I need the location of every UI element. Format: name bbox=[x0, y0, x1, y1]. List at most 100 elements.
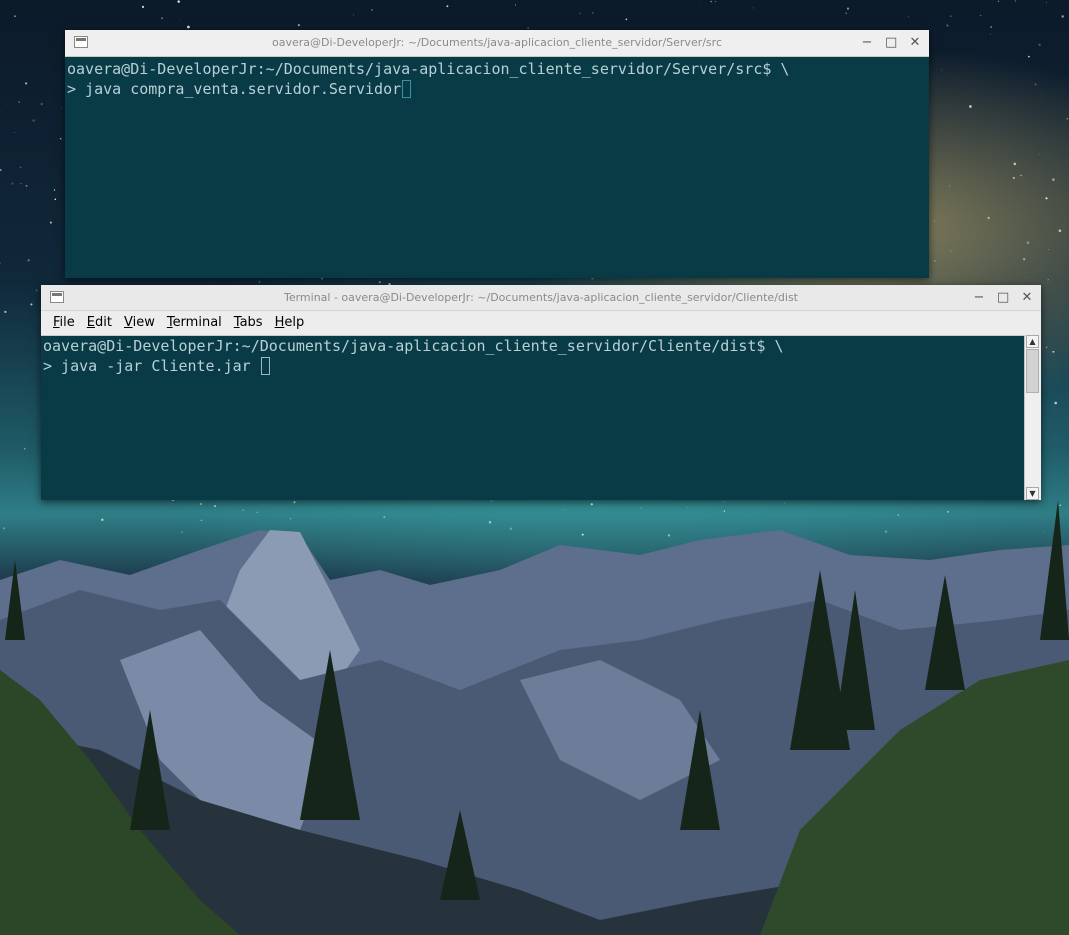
close-icon[interactable]: ✕ bbox=[1021, 285, 1033, 310]
client-terminal-window[interactable]: Terminal - oavera@Di-DeveloperJr: ~/Docu… bbox=[41, 285, 1041, 500]
client-command-text: > java -jar Cliente.jar bbox=[43, 357, 260, 375]
star bbox=[1020, 174, 1022, 177]
star bbox=[1047, 279, 1049, 281]
star bbox=[987, 216, 990, 220]
menu-view[interactable]: View bbox=[118, 311, 161, 335]
star bbox=[752, 7, 754, 9]
server-terminal-output[interactable]: oavera@Di-DeveloperJr:~/Documents/java-a… bbox=[65, 57, 929, 101]
star bbox=[950, 15, 952, 17]
star bbox=[990, 33, 992, 35]
star bbox=[949, 185, 951, 187]
star bbox=[49, 221, 52, 224]
star bbox=[969, 105, 972, 108]
menu-edit[interactable]: Edit bbox=[81, 311, 118, 335]
star bbox=[1022, 258, 1026, 261]
minimize-icon[interactable]: − bbox=[973, 285, 985, 310]
vertical-scrollbar[interactable]: ▲ ▼ bbox=[1024, 335, 1041, 500]
client-command-line: > java -jar Cliente.jar bbox=[43, 356, 1023, 376]
menu-terminal[interactable]: Terminal bbox=[161, 311, 228, 335]
star bbox=[527, 27, 529, 29]
star bbox=[579, 12, 581, 14]
server-command-text: > java compra_venta.servidor.Servidor bbox=[67, 80, 402, 98]
star bbox=[11, 182, 14, 185]
server-command-line: > java compra_venta.servidor.Servidor bbox=[67, 79, 927, 99]
menu-bar: File Edit View Terminal Tabs Help bbox=[41, 311, 1041, 336]
star bbox=[141, 5, 145, 9]
star bbox=[24, 448, 26, 450]
star bbox=[32, 119, 35, 122]
star bbox=[1046, 2, 1048, 4]
star bbox=[35, 289, 38, 292]
maximize-icon[interactable]: □ bbox=[885, 30, 897, 56]
star bbox=[941, 69, 943, 71]
star bbox=[990, 26, 993, 28]
star bbox=[177, 0, 180, 3]
menu-help[interactable]: Help bbox=[269, 311, 311, 335]
star bbox=[907, 16, 909, 18]
star bbox=[1058, 229, 1062, 233]
star bbox=[1052, 178, 1055, 181]
menu-tabs[interactable]: Tabs bbox=[228, 311, 269, 335]
client-window-title: Terminal - oavera@Di-DeveloperJr: ~/Docu… bbox=[283, 291, 798, 304]
terminal-icon bbox=[50, 291, 64, 303]
scroll-thumb[interactable] bbox=[1026, 349, 1039, 393]
minimize-icon[interactable]: − bbox=[861, 30, 873, 56]
star bbox=[53, 189, 56, 191]
star bbox=[714, 1, 716, 3]
star bbox=[297, 23, 301, 27]
menu-file[interactable]: File bbox=[47, 311, 81, 335]
star bbox=[40, 102, 43, 106]
star bbox=[1038, 43, 1041, 47]
star bbox=[59, 137, 62, 140]
close-icon[interactable]: ✕ bbox=[909, 30, 921, 56]
terminal-icon bbox=[74, 36, 88, 48]
star bbox=[1013, 162, 1017, 166]
star bbox=[934, 220, 936, 222]
star bbox=[7, 104, 9, 106]
star bbox=[1028, 55, 1030, 58]
maximize-icon[interactable]: □ bbox=[997, 285, 1009, 310]
star bbox=[25, 184, 28, 187]
star bbox=[997, 0, 1000, 3]
server-window-titlebar[interactable]: oavera@Di-DeveloperJr: ~/Documents/java-… bbox=[65, 30, 929, 57]
star bbox=[592, 12, 594, 14]
star bbox=[625, 18, 628, 21]
star bbox=[1061, 15, 1064, 18]
star bbox=[18, 101, 21, 103]
star bbox=[1026, 241, 1030, 245]
star bbox=[446, 5, 449, 8]
star bbox=[258, 280, 261, 283]
client-prompt-line: oavera@Di-DeveloperJr:~/Documents/java-a… bbox=[43, 337, 784, 355]
star bbox=[0, 262, 1, 264]
star bbox=[1052, 350, 1055, 353]
server-terminal-window[interactable]: oavera@Di-DeveloperJr: ~/Documents/java-… bbox=[65, 30, 929, 278]
star bbox=[353, 14, 354, 16]
scroll-down-icon[interactable]: ▼ bbox=[1026, 487, 1039, 500]
star bbox=[1054, 401, 1058, 405]
scroll-up-icon[interactable]: ▲ bbox=[1026, 335, 1039, 348]
star bbox=[187, 25, 190, 29]
star bbox=[1025, 277, 1027, 279]
star bbox=[54, 198, 57, 201]
star bbox=[950, 250, 952, 252]
star bbox=[1039, 153, 1040, 155]
star bbox=[1012, 176, 1015, 179]
star bbox=[710, 0, 712, 3]
text-cursor bbox=[260, 357, 270, 375]
star bbox=[60, 107, 62, 109]
client-terminal-output[interactable]: oavera@Di-DeveloperJr:~/Documents/java-a… bbox=[41, 335, 1025, 500]
star bbox=[1041, 95, 1043, 97]
star bbox=[1034, 83, 1037, 86]
star bbox=[946, 24, 949, 27]
star bbox=[699, 3, 700, 5]
mountain-landscape bbox=[0, 500, 1069, 935]
client-window-titlebar[interactable]: Terminal - oavera@Di-DeveloperJr: ~/Docu… bbox=[41, 285, 1041, 311]
star bbox=[1066, 118, 1069, 120]
star bbox=[19, 166, 22, 169]
star bbox=[1014, 0, 1017, 2]
star bbox=[4, 310, 7, 314]
star bbox=[515, 4, 516, 6]
star bbox=[161, 17, 163, 20]
star bbox=[933, 259, 936, 262]
server-prompt-line: oavera@Di-DeveloperJr:~/Documents/java-a… bbox=[67, 60, 790, 78]
